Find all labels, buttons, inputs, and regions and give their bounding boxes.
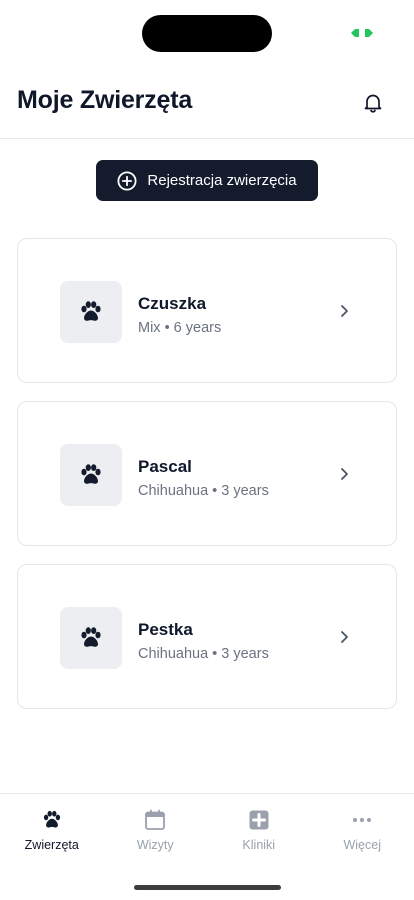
tab-label: Kliniki bbox=[242, 838, 276, 852]
paw-icon bbox=[81, 627, 101, 647]
tab-label: Więcej bbox=[343, 838, 381, 852]
status-bar bbox=[0, 0, 414, 60]
page-title: Moje Zwierzęta bbox=[17, 86, 193, 114]
tab-pets[interactable]: Zwierzęta bbox=[0, 794, 104, 860]
pet-avatar bbox=[60, 281, 122, 343]
calendar-icon bbox=[143, 808, 167, 832]
home-indicator bbox=[134, 885, 281, 890]
paw-icon bbox=[40, 808, 64, 832]
medical-cross-icon bbox=[247, 808, 271, 832]
paw-icon bbox=[81, 464, 101, 484]
header: Moje Zwierzęta bbox=[0, 60, 414, 139]
more-icon bbox=[350, 808, 374, 832]
pet-name: Czuszka bbox=[138, 294, 207, 313]
tab-more[interactable]: Więcej bbox=[311, 794, 414, 860]
privacy-indicator-icon bbox=[351, 29, 373, 37]
tab-clinics[interactable]: Kliniki bbox=[207, 794, 311, 860]
chevron-right-icon bbox=[338, 302, 352, 320]
notifications-button[interactable] bbox=[360, 90, 386, 116]
pet-details: Chihuahua • 3 years bbox=[138, 646, 269, 662]
pet-card[interactable]: Czuszka Mix • 6 years bbox=[17, 238, 397, 383]
chevron-right-icon bbox=[338, 628, 352, 646]
tab-bar: Zwierzęta Wizyty Kliniki Więcej bbox=[0, 793, 414, 900]
bell-icon bbox=[364, 94, 382, 113]
paw-icon bbox=[81, 301, 101, 321]
pet-name: Pascal bbox=[138, 457, 192, 476]
pet-avatar bbox=[60, 607, 122, 669]
plus-circle-icon bbox=[117, 170, 137, 191]
pet-card[interactable]: Pascal Chihuahua • 3 years bbox=[17, 401, 397, 546]
pet-details: Mix • 6 years bbox=[138, 320, 222, 336]
tab-label: Zwierzęta bbox=[24, 838, 79, 852]
register-pet-button[interactable]: Rejestracja zwierzęcia bbox=[96, 160, 318, 201]
chevron-right-icon bbox=[338, 465, 352, 483]
dynamic-island bbox=[142, 15, 272, 52]
pet-name: Pestka bbox=[138, 620, 193, 639]
pet-details: Chihuahua • 3 years bbox=[138, 483, 269, 499]
register-pet-label: Rejestracja zwierzęcia bbox=[147, 172, 297, 189]
tab-visits[interactable]: Wizyty bbox=[104, 794, 208, 860]
pet-card[interactable]: Pestka Chihuahua • 3 years bbox=[17, 564, 397, 709]
pet-avatar bbox=[60, 444, 122, 506]
tab-label: Wizyty bbox=[136, 838, 174, 852]
